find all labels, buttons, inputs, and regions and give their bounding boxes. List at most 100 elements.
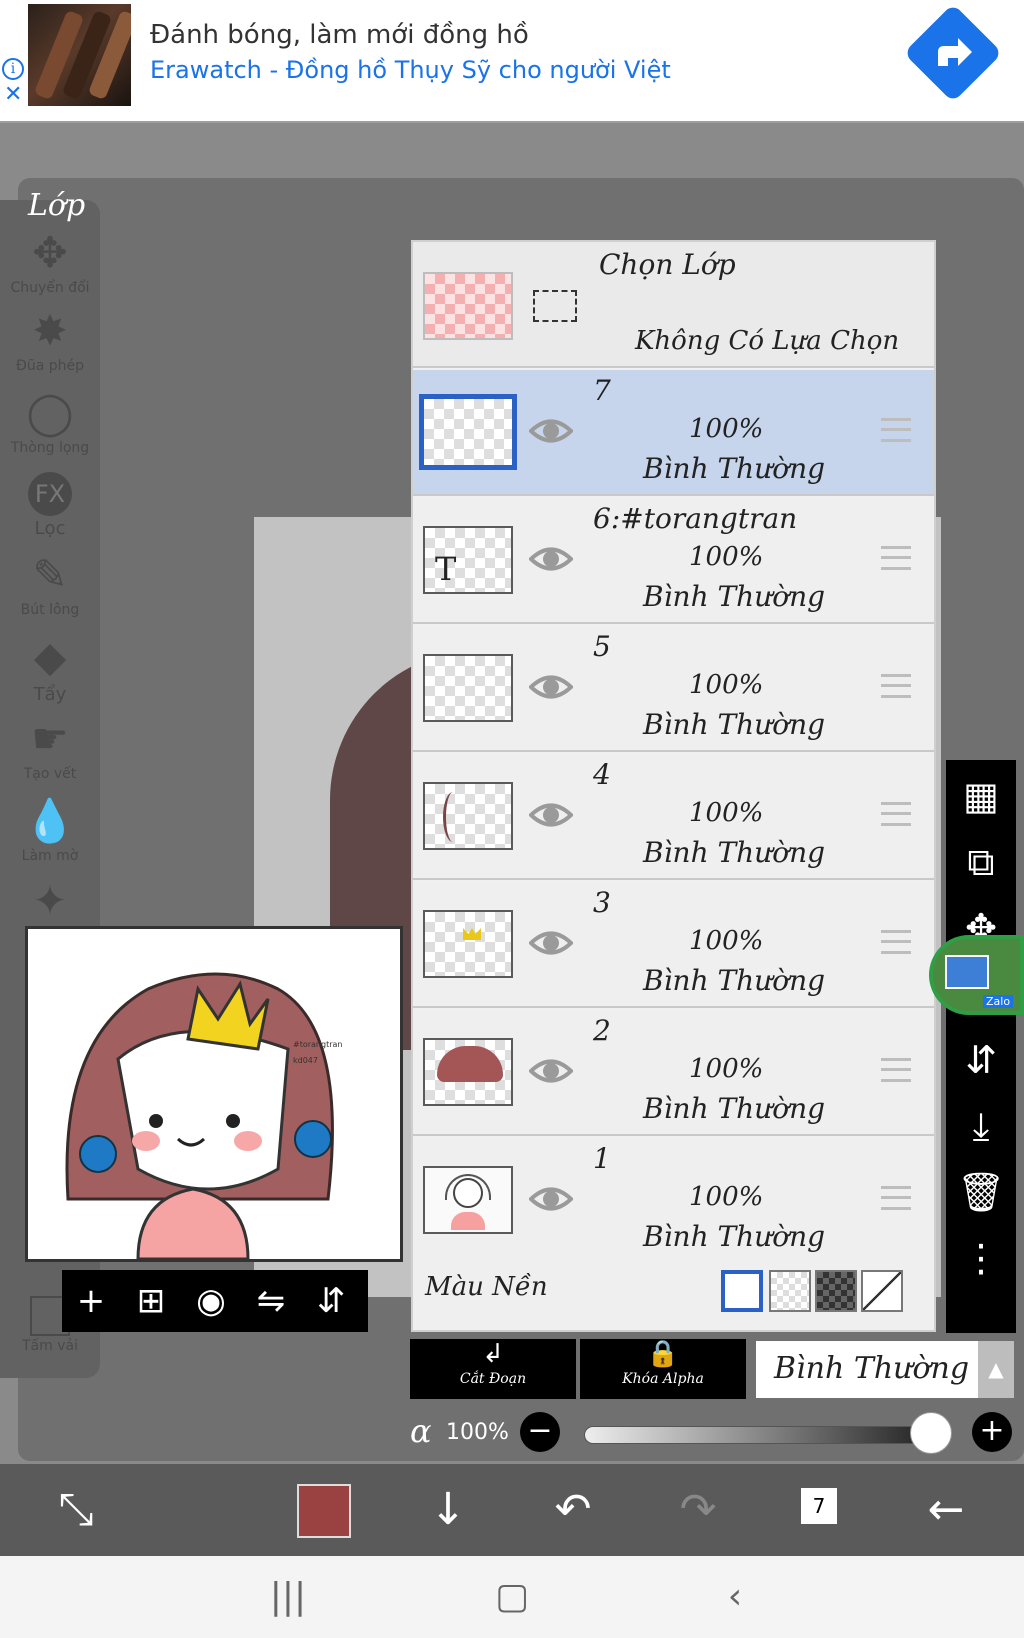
layer-name: 7 [593,374,611,407]
ad-info-icon[interactable]: i [2,58,24,80]
eye-icon[interactable] [529,414,573,448]
flip-vertical-icon[interactable]: ⇵ [306,1276,356,1326]
layer-row[interactable]: 1 100% Bình Thường [413,1138,934,1264]
layer-thumbnail [423,1166,513,1234]
blend-mode-select[interactable]: Bình Thường ▲ [756,1341,1014,1398]
preview-caption-2: kd047 [293,1056,318,1065]
eye-icon[interactable] [529,1182,573,1216]
opacity-slider-knob[interactable] [910,1412,952,1454]
tool-transform[interactable]: ✥ Chuyển đổi [0,230,100,297]
bottom-toolbar: ⤡ ↓ ↶ ↷ 7 ← [0,1464,1024,1556]
sparkle-icon: ✦ [32,876,68,925]
ad-banner[interactable]: i ✕ Đánh bóng, làm mới đồng hồ Erawatch … [0,0,1024,123]
layer-row[interactable]: 4 100% Bình Thường [413,754,934,880]
tool-label: Đũa phép [15,358,84,374]
clip-button[interactable]: ↲ Cắt Đoạn [410,1339,576,1399]
blur-icon: 💧 [23,796,77,845]
flip-horizontal-icon[interactable]: ⇋ [246,1276,296,1326]
layer-opacity: 100% [689,926,764,956]
home-icon[interactable]: ▢ [482,1576,542,1617]
merge-down-icon[interactable]: ⤓ [946,1096,1016,1156]
selection-title: Chọn Lớp [599,248,736,281]
layers-count-button[interactable]: 7 [795,1482,851,1538]
tool-label: Làm mờ [21,848,79,864]
drag-handle-icon[interactable] [881,418,911,442]
smudge-icon: ☛ [31,714,69,763]
alpha-lock-button[interactable]: 🔒 Khóa Alpha [580,1339,746,1399]
layer-opacity: 100% [689,1182,764,1212]
layer-row[interactable]: T 6:#torangtran 100% Bình Thường [413,498,934,624]
tool-switch-icon[interactable]: ⤡ [48,1482,104,1538]
layer-opacity: 100% [689,542,764,572]
gallery-icon [945,955,989,989]
bg-dark-checker-swatch[interactable] [815,1270,857,1312]
drag-handle-icon[interactable] [881,802,911,826]
eye-icon[interactable] [529,670,573,704]
opacity-plus-button[interactable]: + [972,1412,1012,1452]
drag-handle-icon[interactable] [881,930,911,954]
back-arrow-icon[interactable]: ← [918,1482,974,1538]
app-root: i ✕ Đánh bóng, làm mới đồng hồ Erawatch … [0,0,1024,1638]
eye-icon[interactable] [529,798,573,832]
preview-toolbar: + ⊞ ◉ ⇋ ⇵ [62,1270,368,1332]
fx-icon: FX [28,472,72,516]
preview-window[interactable]: #torangtran kd047 [25,926,403,1262]
bg-transparent-swatch[interactable] [769,1270,811,1312]
drag-handle-icon[interactable] [881,1186,911,1210]
layer-row[interactable]: 5 100% Bình Thường [413,626,934,752]
layer-convert-icon[interactable]: ⧉ [946,832,1016,892]
current-color-swatch[interactable] [297,1484,351,1538]
undo-icon[interactable]: ↶ [545,1482,601,1538]
layer-name: 1 [593,1142,611,1175]
eye-icon[interactable] [529,926,573,960]
tool-sparkle[interactable]: ✦ [0,878,100,926]
tool-eraser[interactable]: ◆ Tẩy [0,634,100,706]
selection-layer[interactable]: Chọn Lớp Không Có Lựa Chọn [413,242,934,368]
add-frame-icon[interactable]: ⊞ [126,1276,176,1326]
tool-label: Lọc [34,518,66,539]
arrow-down-icon[interactable]: ↓ [420,1482,476,1538]
clip-label: Cắt Đoạn [459,1371,527,1387]
more-icon[interactable]: ⋮ [946,1228,1016,1288]
bg-white-swatch[interactable] [721,1270,763,1312]
tool-magic-wand[interactable]: ✸ Đũa phép [0,308,100,375]
tool-label: Tẩy [33,684,67,705]
drag-handle-icon[interactable] [881,674,911,698]
layer-blend-mode: Bình Thường [643,1092,826,1125]
layer-blend-mode: Bình Thường [643,836,826,869]
bg-none-swatch[interactable] [861,1270,903,1312]
layer-row[interactable]: 7 100% Bình Thường [413,370,934,496]
trash-icon[interactable]: 🗑 [946,1162,1016,1222]
eye-icon[interactable] [529,542,573,576]
opacity-value: 100% [446,1420,509,1445]
ad-arrow-icon [938,38,972,66]
camera-icon[interactable]: ◉ [186,1276,236,1326]
layer-name: 5 [593,630,611,663]
transparency-icon[interactable]: ▦ [946,766,1016,826]
tool-smudge[interactable]: ☛ Tạo vết [0,714,100,783]
layer-row[interactable]: 2 100% Bình Thường [413,1010,934,1136]
opacity-minus-button[interactable]: − [520,1412,560,1452]
drag-handle-icon[interactable] [881,546,911,570]
ad-image[interactable] [28,4,131,106]
ad-close-icon[interactable]: ✕ [4,82,22,107]
zalo-floating-bubble[interactable]: Zalo [929,935,1024,1015]
layer-opacity: 100% [689,1054,764,1084]
tool-blur[interactable]: 💧 Làm mờ [0,796,100,865]
back-icon[interactable]: ‹ [705,1576,765,1617]
ad-subtitle[interactable]: Erawatch - Đồng hồ Thụy Sỹ cho người Việ… [150,56,671,84]
tool-brush[interactable]: ✎ Bút lông [0,552,100,619]
layer-blend-mode: Bình Thường [643,452,826,485]
opacity-slider[interactable] [584,1426,932,1444]
recent-apps-icon[interactable]: ||| [258,1576,318,1617]
lock-icon: 🔒 [646,1339,680,1369]
drag-handle-icon[interactable] [881,1058,911,1082]
layer-row[interactable]: 3 100% Bình Thường [413,882,934,1008]
add-icon[interactable]: + [66,1276,116,1326]
eye-icon[interactable] [529,1054,573,1088]
tool-lasso[interactable]: ◯ Thòng lọng [0,390,100,457]
ad-title[interactable]: Đánh bóng, làm mới đồng hồ [150,20,529,50]
tool-filter[interactable]: FX Lọc [0,472,100,539]
redo-icon[interactable]: ↷ [670,1482,726,1538]
rotate-layer-icon[interactable]: ⇵ [946,1030,1016,1090]
